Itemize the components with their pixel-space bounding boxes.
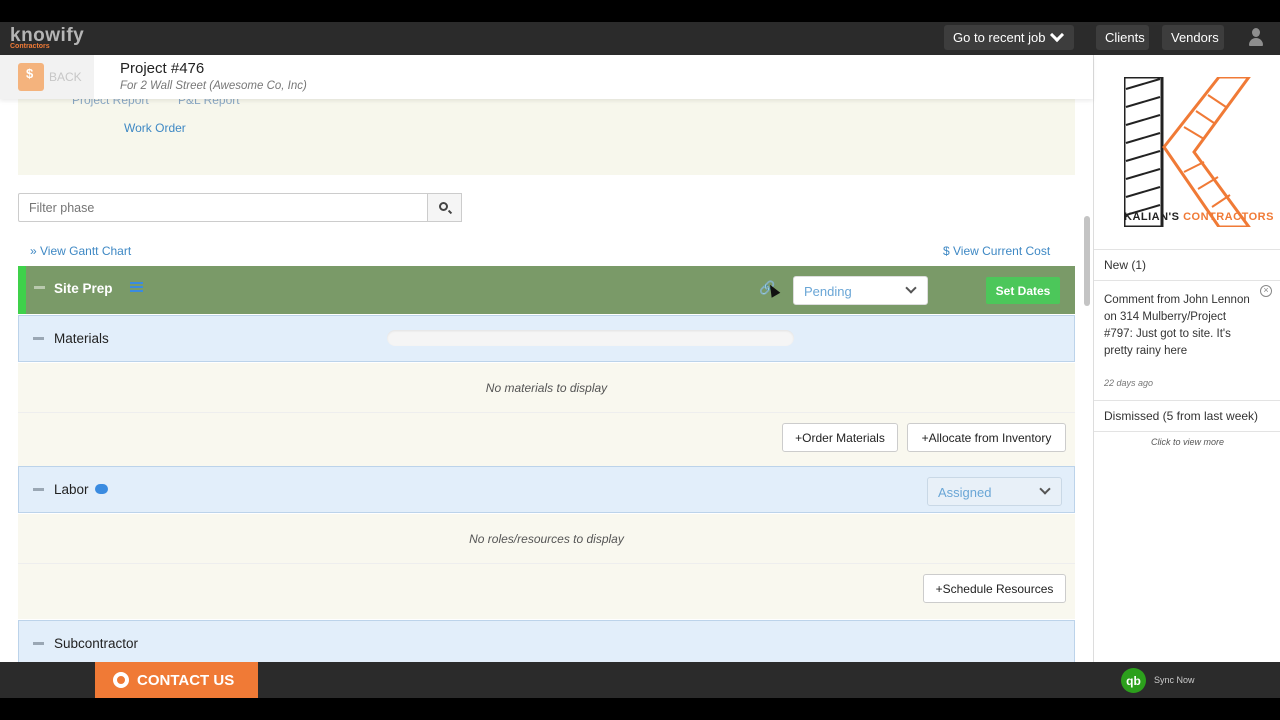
order-materials-button[interactable]: +Order Materials [782,423,898,452]
chevron-down-icon [1049,27,1064,42]
list-icon[interactable] [130,282,143,294]
labor-empty-message: No roles/resources to display [18,514,1075,564]
view-gantt-chart-link[interactable]: » View Gantt Chart [30,244,131,258]
phase-site-prep: Site Prep 🔗 Pending Set Dates [18,266,1075,314]
recent-job-dropdown[interactable]: Go to recent job [944,25,1074,50]
vendors-button[interactable]: Vendors [1162,25,1224,50]
lifebuoy-icon [113,672,129,688]
search-icon [439,202,448,211]
company-name: KALIAN'S CONTRACTORS [1124,211,1274,223]
brand-name-a: KALIAN'S [1124,211,1180,223]
chevron-down-icon [905,282,917,294]
new-notifications-header[interactable]: New (1) [1094,249,1280,281]
chevron-down-icon [1039,483,1051,495]
invoice-icon [18,63,44,91]
back-label: BACK [49,70,82,84]
brand-name-b: CONTRACTORS [1183,211,1274,223]
section-title: Subcontractor [54,636,139,651]
filter-phase-input[interactable] [18,193,428,222]
notification-timestamp: 22 days ago [1104,378,1154,388]
collapse-icon[interactable] [33,488,44,491]
work-order-link[interactable]: Work Order [124,121,186,135]
recent-job-label: Go to recent job [953,30,1046,45]
pl-report-link[interactable]: P&L Report [178,99,240,107]
set-dates-button[interactable]: Set Dates [986,277,1060,304]
quickbooks-icon[interactable]: qb [1121,668,1146,693]
view-current-cost-link[interactable]: $ View Current Cost [943,244,1050,258]
allocate-inventory-button[interactable]: +Allocate from Inventory [907,423,1066,452]
page-title: Project #476 [120,60,205,77]
clients-button[interactable]: Clients [1096,25,1149,50]
phase-title: Site Prep [54,281,113,296]
notifications-sidebar: KALIAN'S CONTRACTORS New (1) × Comment f… [1093,55,1280,662]
notification-comment[interactable]: Comment from John Lennon on 314 Mulberry… [1104,292,1256,360]
footer-bar: CONTACT US qb Sync Now [0,662,1280,698]
scrollbar[interactable] [1084,216,1090,306]
chat-icon[interactable] [95,484,108,494]
labor-section: Labor Assigned [18,466,1075,513]
project-report-link[interactable]: Project Report [72,99,149,107]
materials-section: Materials [18,315,1075,362]
project-header: BACK Project #476 For 2 Wall Street (Awe… [0,55,1093,99]
view-more-link[interactable]: Click to view more [1094,437,1280,447]
phase-status-select[interactable]: Pending [793,276,928,305]
contact-us-label: CONTACT US [137,671,235,689]
back-button[interactable]: BACK [0,55,94,99]
user-icon[interactable] [1249,28,1263,48]
main-content: Project Report P&L Report Work Order » V… [0,99,1093,662]
top-nav: knowify Contractors Go to recent job Cli… [0,22,1280,55]
labor-status-value: Assigned [938,485,992,500]
subcontractor-section: Subcontractor [18,620,1075,662]
collapse-icon[interactable] [34,286,45,289]
dismissed-notifications-header[interactable]: Dismissed (5 from last week) [1094,400,1280,432]
page-subtitle: For 2 Wall Street (Awesome Co, Inc) [120,80,307,92]
reports-panel: Project Report P&L Report Work Order [18,99,1075,175]
close-icon[interactable]: × [1260,285,1272,297]
schedule-resources-button[interactable]: +Schedule Resources [923,574,1066,603]
contact-us-button[interactable]: CONTACT US [95,662,258,698]
section-title: Labor [54,482,89,497]
materials-actions: +Order Materials +Allocate from Inventor… [18,413,1075,468]
collapse-icon[interactable] [33,642,44,645]
materials-progress-bar [387,330,794,346]
phase-status-value: Pending [804,284,852,299]
logo-subtitle: Contractors [10,43,50,50]
labor-status-select[interactable]: Assigned [927,477,1062,506]
materials-empty-message: No materials to display [18,363,1075,413]
sync-now-link[interactable]: Sync Now [1154,675,1195,685]
collapse-icon[interactable] [33,337,44,340]
company-logo [1124,77,1251,227]
section-title: Materials [54,331,109,346]
labor-actions: +Schedule Resources [18,564,1075,619]
app-window: knowify Contractors Go to recent job Cli… [0,22,1280,698]
search-button[interactable] [427,193,462,222]
